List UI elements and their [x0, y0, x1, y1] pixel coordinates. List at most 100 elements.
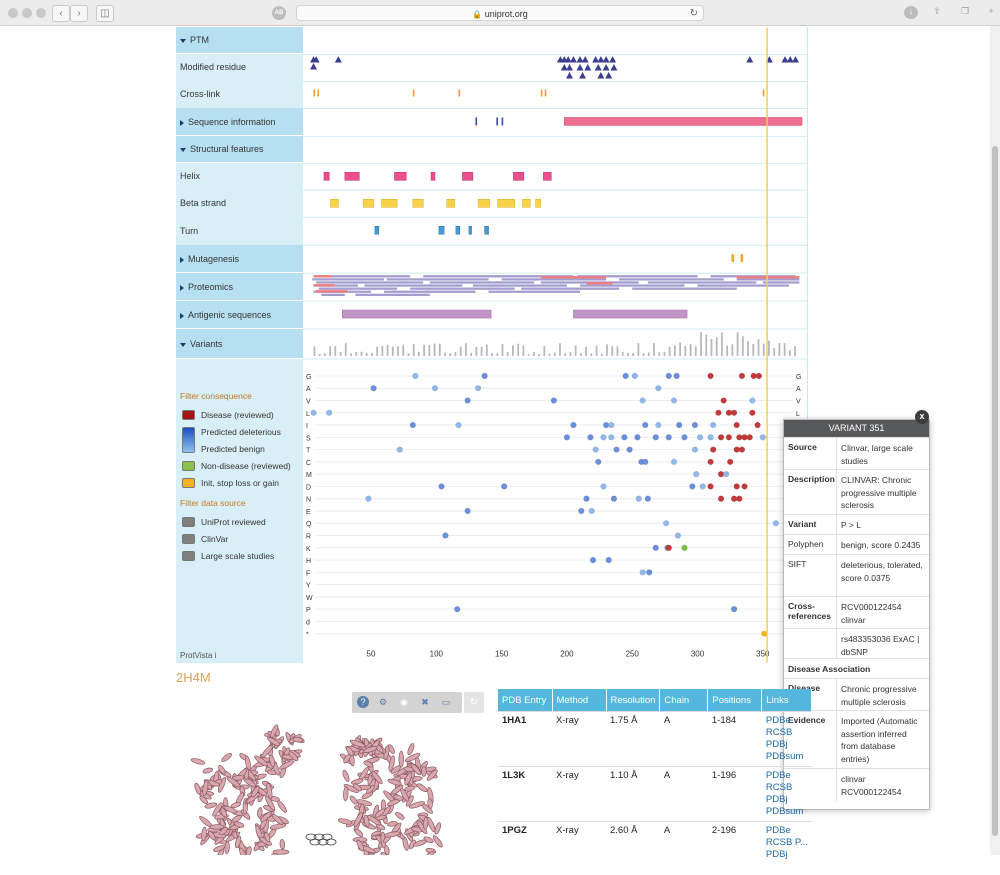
variant-dot[interactable] — [621, 434, 628, 441]
antigenic-sequence-bar[interactable] — [342, 309, 492, 319]
variant-count-bar[interactable] — [684, 345, 687, 356]
variant-count-bar[interactable] — [705, 334, 708, 356]
variant-dot[interactable] — [613, 446, 620, 453]
variant-dot[interactable] — [442, 532, 449, 539]
expand-arrow-icon[interactable] — [180, 256, 184, 263]
helix-segment[interactable] — [430, 172, 436, 181]
variant-dot[interactable] — [605, 556, 612, 564]
cross-link-marker[interactable] — [540, 89, 543, 97]
variant-dot[interactable] — [772, 520, 780, 527]
variant-count-bar[interactable] — [632, 353, 635, 356]
variant-count-bar[interactable] — [538, 353, 540, 356]
proteomics-unique-peptide[interactable] — [540, 276, 607, 279]
new-tab-icon[interactable]: + — [984, 6, 998, 19]
pdb-link[interactable]: PDBe — [766, 715, 808, 727]
variant-dot[interactable] — [365, 495, 372, 502]
variant-dot[interactable] — [578, 507, 585, 515]
variant-dot[interactable] — [431, 385, 439, 392]
variant-count-bar[interactable] — [721, 332, 723, 356]
variant-dot[interactable] — [639, 569, 646, 576]
variant-count-bar[interactable] — [757, 339, 760, 356]
collapse-arrow-icon[interactable] — [180, 147, 186, 152]
variant-dot[interactable] — [725, 434, 733, 441]
variant-dot[interactable] — [727, 458, 734, 466]
turn-segment[interactable] — [484, 225, 489, 235]
proteomics-peptide[interactable] — [316, 281, 424, 284]
beta-strand-segment[interactable] — [477, 199, 491, 208]
variant-count-bar[interactable] — [323, 353, 326, 356]
helix-segment[interactable] — [513, 172, 525, 181]
variant-count-bar[interactable] — [731, 344, 734, 356]
variant-count-bar[interactable] — [642, 353, 645, 356]
helix-segment[interactable] — [394, 172, 407, 181]
variant-dot[interactable] — [396, 446, 403, 453]
variant-dot[interactable] — [595, 458, 602, 466]
proteomics-peptide[interactable] — [488, 290, 580, 293]
proteomics-peptide[interactable] — [521, 287, 620, 290]
variant-count-bar[interactable] — [543, 345, 546, 356]
track-label-structural-features[interactable]: Structural features — [176, 136, 303, 163]
source-swatch[interactable] — [182, 551, 195, 561]
beta-strand-segment[interactable] — [381, 199, 398, 208]
pdb-row[interactable]: 1L3K X-ray 1.10 Å A 1-196 PDBe RCSB PDBj PDBsum — [498, 766, 812, 822]
proteomics-peptide[interactable] — [312, 278, 385, 281]
variant-dot[interactable] — [725, 409, 733, 416]
variant-dot[interactable] — [474, 385, 482, 392]
proteomics-peptide[interactable] — [619, 278, 724, 281]
variant-count-bar[interactable] — [658, 352, 661, 356]
modified-residue-marker[interactable] — [584, 64, 592, 71]
variant-dot[interactable] — [676, 421, 683, 429]
variant-count-bar[interactable] — [564, 353, 567, 356]
track-label-proteomics[interactable]: Proteomics — [176, 273, 303, 301]
variant-count-bar[interactable] — [694, 346, 697, 356]
variant-count-bar[interactable] — [522, 345, 525, 356]
mutagenesis-marker[interactable] — [740, 254, 744, 263]
variant-dot[interactable] — [652, 434, 659, 441]
pdb-link[interactable]: PDBe — [766, 825, 808, 837]
variant-dot[interactable] — [608, 434, 615, 441]
forward-button[interactable]: › — [70, 5, 88, 22]
variant-dot[interactable] — [438, 483, 445, 490]
variant-count-bar[interactable] — [370, 352, 373, 356]
variant-dot[interactable] — [738, 372, 746, 380]
beta-strand-segment[interactable] — [412, 199, 424, 208]
variant-count-bar[interactable] — [747, 341, 749, 356]
variant-dot[interactable] — [665, 372, 672, 380]
modified-residue-marker[interactable] — [579, 72, 587, 79]
back-button[interactable]: ‹ — [52, 5, 70, 22]
beta-strand-segment[interactable] — [497, 199, 515, 208]
variant-count-bar[interactable] — [548, 353, 551, 356]
variant-dot[interactable] — [730, 495, 738, 502]
proteomics-peptide[interactable] — [632, 287, 737, 290]
proteomics-peptide[interactable] — [501, 278, 607, 281]
variant-dot[interactable] — [587, 434, 594, 441]
variant-count-bar[interactable] — [491, 353, 493, 356]
variant-count-bar[interactable] — [689, 344, 692, 356]
variant-dot[interactable] — [464, 397, 471, 404]
variant-dot[interactable] — [707, 483, 714, 490]
modified-residue-marker[interactable] — [576, 64, 584, 71]
variant-count-bar[interactable] — [527, 353, 530, 356]
proteomics-peptide[interactable] — [321, 293, 345, 296]
helix-segment[interactable] — [344, 172, 360, 181]
variant-count-bar[interactable] — [700, 332, 702, 356]
variant-dot[interactable] — [550, 397, 557, 404]
variant-dot[interactable] — [563, 434, 571, 441]
variant-count-bar[interactable] — [449, 353, 452, 356]
variant-dot[interactable] — [673, 372, 680, 380]
variant-count-bar[interactable] — [794, 346, 796, 356]
variant-count-bar[interactable] — [506, 351, 509, 356]
proteomics-peptide[interactable] — [364, 284, 463, 287]
consequence-swatch[interactable] — [182, 427, 195, 453]
variant-count-bar[interactable] — [313, 346, 316, 356]
variant-dot[interactable] — [644, 495, 652, 502]
modified-residue-marker[interactable] — [581, 56, 589, 63]
variant-dot[interactable] — [665, 434, 672, 441]
turn-segment[interactable] — [455, 225, 461, 235]
variant-count-bar[interactable] — [611, 346, 614, 356]
variant-count-bar[interactable] — [397, 346, 399, 356]
scrollbar-thumb[interactable] — [992, 146, 998, 836]
pdb-column-pdb-entry[interactable]: PDB Entry — [498, 689, 553, 712]
variant-dot[interactable] — [655, 421, 662, 429]
modified-residue-marker[interactable] — [569, 56, 577, 63]
